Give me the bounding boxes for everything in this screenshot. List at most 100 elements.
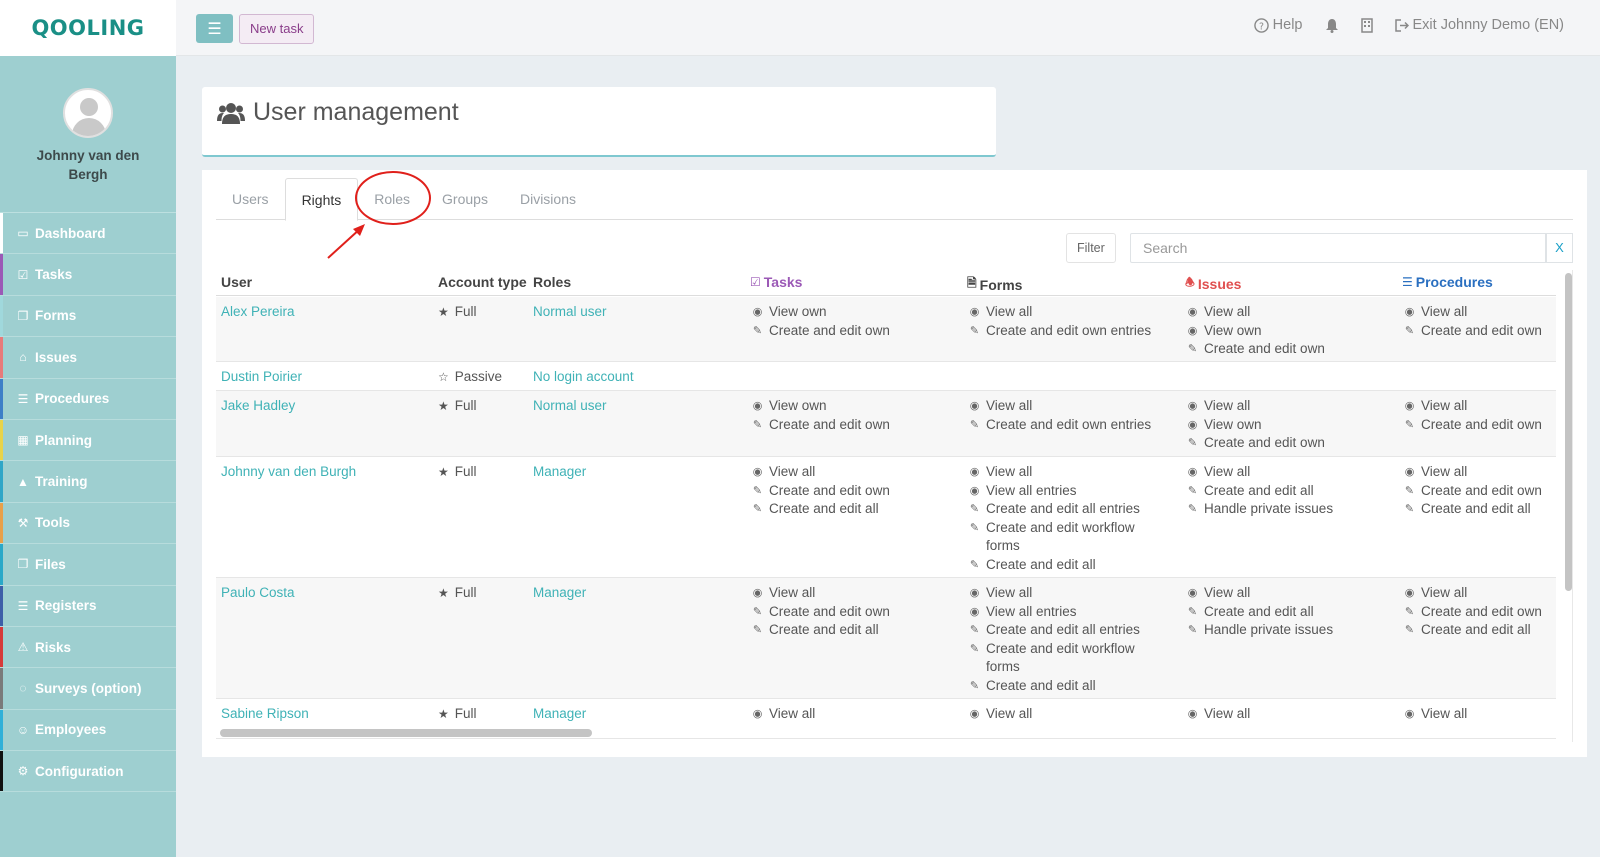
permissions-issues: ◉ View all ✎ Create and edit all ✎ Handle pri…	[1186, 584, 1391, 640]
app-logo[interactable]: QOOLING	[31, 16, 144, 40]
annotation-circle	[355, 171, 431, 225]
sidebar-item-tools[interactable]: ⚒ Tools	[0, 502, 176, 545]
col-account-type[interactable]: Account type	[438, 274, 527, 290]
edit-icon: ✎	[752, 418, 763, 431]
permissions-forms: ◉ View all ◉ View all entries ✎ Create and ed…	[968, 584, 1153, 695]
table-row[interactable]: Paulo Costa ★ Full Manager ◉ View all ✎ Create …	[216, 578, 1556, 699]
permissions-issues: ◉ View all ✎ Create and edit all ✎ Handle pri…	[1186, 463, 1391, 519]
annotation-arrow	[327, 224, 365, 259]
sidebar-item-issues[interactable]: ⌂ Issues	[0, 337, 176, 379]
sidebar-item-planning[interactable]: ▦ Planning	[0, 419, 176, 462]
table-row[interactable]: Dustin Poirier ☆ Passive No login account	[216, 362, 1556, 391]
sidebar-item-stripe	[0, 254, 3, 295]
horizontal-scrollbar[interactable]	[220, 729, 592, 737]
new-task-button[interactable]: New task	[239, 14, 315, 44]
table-row[interactable]: Johnny van den Burgh ★ Full Manager ◉ View al…	[216, 457, 1556, 578]
role-link[interactable]: No login account	[533, 368, 634, 387]
user-link[interactable]: Alex Pereira	[221, 303, 295, 322]
edit-icon: ✎	[752, 624, 763, 636]
permissions-procedures: ◉ View all	[1403, 705, 1553, 724]
avatar[interactable]	[63, 88, 113, 138]
user-link[interactable]: Sabine Ripson	[221, 705, 309, 724]
permission-item: ✎ Create and edit all	[968, 556, 1153, 575]
sidebar-item-training[interactable]: ▲ Training	[0, 461, 176, 503]
tab-groups[interactable]: Groups	[426, 178, 504, 220]
eye-icon: ◉	[1187, 400, 1198, 412]
account-type: ★ Full	[438, 303, 477, 322]
edit-icon: ✎	[752, 503, 763, 515]
tab-users[interactable]: Users	[216, 178, 285, 220]
col-issues[interactable]: 🕭 Issues	[1185, 274, 1241, 293]
bell-icon[interactable]	[1325, 18, 1339, 33]
role-link[interactable]: Manager	[533, 584, 586, 603]
permission-label: View own	[1204, 322, 1262, 338]
permission-item: ◉ View all entries	[968, 603, 1153, 622]
sidebar-item-files[interactable]: ❐ Files	[0, 544, 176, 586]
tab-divisions[interactable]: Divisions	[504, 178, 592, 220]
graduation-cap-icon: ▲	[17, 474, 29, 489]
edit-icon: ✎	[1187, 624, 1198, 636]
permission-label: Handle private issues	[1204, 622, 1334, 637]
col-tasks[interactable]: ☑ Tasks	[750, 274, 802, 290]
star-filled-icon: ★	[438, 586, 449, 600]
building-icon[interactable]	[1360, 17, 1373, 33]
col-user[interactable]: User	[221, 274, 252, 290]
table-row[interactable]: Jake Hadley ★ Full Normal user ◉ View own ✎ Cre…	[216, 391, 1556, 457]
search-input[interactable]: Search	[1130, 233, 1546, 263]
permissions-procedures: ◉ View all ✎ Create and edit own	[1403, 397, 1553, 434]
sidebar-item-dashboard[interactable]: ▭ Dashboard	[0, 213, 176, 255]
sidebar-item-risks[interactable]: ⚠ Risks	[0, 626, 176, 669]
page-header: User management	[202, 87, 996, 157]
permission-label: Create and edit own	[769, 322, 890, 338]
col-roles[interactable]: Roles	[533, 274, 571, 290]
menu-toggle-button[interactable]: ☰	[196, 14, 233, 43]
exit-link[interactable]: Exit Johnny Demo (EN)	[1394, 17, 1564, 33]
permission-label: Create and edit own	[769, 603, 890, 619]
star-filled-icon: ★	[438, 707, 449, 721]
eye-icon: ◉	[1404, 587, 1415, 599]
user-link[interactable]: Johnny van den Burgh	[221, 463, 356, 482]
role-link[interactable]: Manager	[533, 705, 586, 724]
permissions-procedures: ◉ View all ✎ Create and edit own ✎ Create and…	[1403, 463, 1553, 519]
eye-icon: ◉	[969, 708, 980, 720]
sidebar-item-configuration[interactable]: ⚙ Configuration	[0, 751, 176, 793]
sidebar-item-label: Tasks	[35, 267, 73, 283]
permissions-forms: ◉ View all ✎ Create and edit own entries	[968, 397, 1153, 434]
col-procedures[interactable]: ☰ Procedures	[1402, 274, 1493, 290]
edit-icon: ✎	[1404, 624, 1415, 636]
user-link[interactable]: Dustin Poirier	[221, 368, 302, 387]
permission-label: Create and edit all	[986, 556, 1096, 572]
role-link[interactable]: Manager	[533, 463, 586, 482]
eye-icon: ◉	[969, 605, 980, 618]
sidebar-item-employees[interactable]: ☺ Employees	[0, 709, 176, 752]
sidebar-item-label: Files	[35, 556, 66, 572]
col-forms[interactable]: 🗎 Forms	[967, 274, 1022, 295]
list-icon: ☰	[17, 598, 29, 613]
tab-rights[interactable]: Rights	[284, 178, 359, 221]
permission-item: ✎ Create and edit all	[1403, 500, 1553, 519]
permissions-procedures: ◉ View all ✎ Create and edit own ✎ Create and…	[1403, 584, 1553, 640]
gear-icon: ⚙	[17, 764, 29, 779]
role-link[interactable]: Normal user	[533, 397, 607, 416]
role-link[interactable]: Normal user	[533, 303, 607, 322]
account-type: ★ Full	[438, 397, 477, 416]
permission-label: View all	[986, 304, 1033, 319]
user-link[interactable]: Jake Hadley	[221, 397, 295, 416]
permissions-issues: ◉ View all ◉ View own ✎ Create and edit own	[1186, 397, 1391, 453]
sidebar-item-procedures[interactable]: ☰ Procedures	[0, 378, 176, 420]
table-row[interactable]: Alex Pereira ★ Full Normal user ◉ View own ✎ Cr…	[216, 297, 1556, 362]
permission-item: ◉ View all	[968, 584, 1153, 603]
vertical-scrollbar[interactable]	[1565, 273, 1572, 591]
sidebar-item-registers[interactable]: ☰ Registers	[0, 585, 176, 627]
sidebar-nav: ▭ Dashboard ☑ Tasks ❐ Forms ⌂ Issues ☰ Procedures…	[0, 212, 176, 793]
sidebar-item-tasks[interactable]: ☑ Tasks	[0, 254, 176, 296]
permission-item: ◉ View all	[1403, 303, 1553, 322]
filter-button[interactable]: Filter	[1066, 233, 1116, 263]
sidebar-item-surveys-option[interactable]: ◌ Surveys (option)	[0, 668, 176, 710]
sidebar-item-label: Surveys (option)	[35, 680, 142, 696]
help-link[interactable]: ? Help	[1253, 17, 1303, 33]
sidebar-item-forms[interactable]: ❐ Forms	[0, 295, 176, 338]
permissions-forms: ◉ View all ✎ Create and edit own entries	[968, 303, 1153, 340]
search-clear-button[interactable]: X	[1546, 233, 1573, 263]
user-link[interactable]: Paulo Costa	[221, 584, 295, 603]
